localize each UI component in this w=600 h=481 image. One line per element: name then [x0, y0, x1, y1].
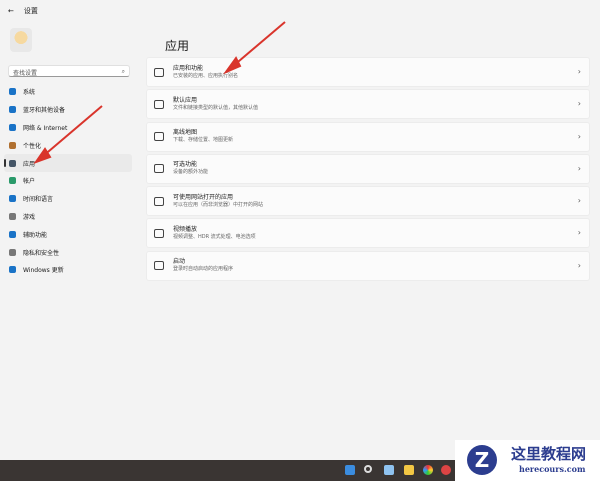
sidebar-item-label: 个性化	[23, 142, 42, 150]
settings-card[interactable]: 视频播放 视频调整、HDR 流式处理、电池选项 ›	[146, 218, 590, 249]
title-bar: ← 设置	[8, 6, 38, 16]
chevron-right-icon: ›	[577, 131, 581, 141]
chevron-right-icon: ›	[577, 99, 581, 109]
sidebar-item[interactable]: 应用	[4, 154, 132, 172]
card-subtitle: 下载、存储位置、地图更新	[173, 137, 234, 144]
card-subtitle: 已安装的应用、应用执行别名	[173, 72, 239, 79]
sidebar-item-icon	[9, 141, 16, 149]
card-title: 离线地图	[173, 129, 198, 137]
sidebar-item-icon	[9, 195, 16, 203]
card-icon	[154, 196, 164, 206]
card-subtitle: 视频调整、HDR 流式处理、电池选项	[173, 233, 256, 240]
sidebar-nav: 系统蓝牙和其他设备 网络 & Internet 个性化应用帐户时间和语言游戏辅助功能…	[4, 83, 132, 279]
sidebar-item-icon	[9, 88, 16, 96]
settings-card[interactable]: 默认应用 文件和链接类型的默认值，其他默认值 ›	[146, 89, 590, 120]
card-icon	[154, 261, 164, 271]
avatar[interactable]	[10, 28, 32, 52]
sidebar-item-label: 蓝牙和其他设备	[23, 107, 66, 115]
sidebar-item-icon	[9, 230, 16, 238]
back-button[interactable]: ←	[8, 7, 14, 15]
sidebar-item-icon	[9, 159, 16, 167]
sidebar-item[interactable]: 个性化	[4, 136, 132, 154]
sidebar-item-label: 帐户	[23, 178, 36, 186]
chevron-right-icon: ›	[577, 228, 581, 238]
search-input[interactable]: 查找设置 ⌕	[8, 65, 130, 77]
chevron-right-icon: ›	[577, 163, 581, 173]
settings-card[interactable]: 离线地图 下载、存储位置、地图更新 ›	[146, 121, 590, 152]
sidebar-item-icon	[9, 212, 16, 220]
card-title: 视频播放	[173, 225, 198, 233]
chevron-right-icon: ›	[577, 260, 581, 270]
settings-card[interactable]: 可选功能 设备的额外功能 ›	[146, 153, 590, 184]
sidebar-item-label: 系统	[23, 89, 36, 97]
sidebar-item[interactable]: 蓝牙和其他设备	[4, 101, 132, 119]
sidebar-item-label: 应用	[23, 160, 36, 168]
page-title: 应用	[165, 39, 190, 53]
card-subtitle: 文件和链接类型的默认值，其他默认值	[173, 104, 259, 111]
card-title: 应用和功能	[173, 64, 204, 72]
settings-cards: 应用和功能 已安装的应用、应用执行别名 › 默认应用 文件和链接类型的默认值，其他默认值…	[146, 57, 590, 283]
watermark-title: 这里教程网	[511, 445, 587, 463]
search-taskbar-icon[interactable]	[364, 465, 372, 473]
sidebar-item-label: 网络 & Internet	[23, 124, 68, 132]
card-icon	[154, 99, 164, 109]
sidebar-item-icon	[9, 123, 16, 131]
watermark: Z 这里教程网 herecours.com	[455, 440, 600, 481]
sidebar-item[interactable]: 辅助功能	[4, 225, 132, 243]
watermark-logo: Z	[467, 445, 497, 475]
card-title: 默认应用	[173, 96, 198, 104]
sidebar-item[interactable]: 网络 & Internet	[4, 119, 132, 137]
sidebar-item[interactable]: 帐户	[4, 172, 132, 190]
sidebar-item-label: 辅助功能	[23, 231, 48, 239]
card-subtitle: 可以在应用（而非浏览器）中打开的网站	[173, 201, 264, 208]
search-icon: ⌕	[121, 68, 125, 75]
app-icon[interactable]	[423, 465, 433, 475]
sidebar-item-label: Windows 更新	[23, 267, 64, 275]
card-title: 可使用网站打开的应用	[173, 193, 234, 201]
settings-card[interactable]: 启动 登录时自动启动的应用程序 ›	[146, 250, 590, 281]
sidebar-item[interactable]: 系统	[4, 83, 132, 101]
chrome-icon[interactable]	[441, 465, 451, 475]
sidebar-item-label: 游戏	[23, 213, 36, 221]
watermark-url: herecours.com	[519, 464, 586, 474]
sidebar-item[interactable]: 游戏	[4, 208, 132, 226]
sidebar-item-label: 时间和语言	[23, 196, 54, 204]
sidebar-item-label: 隐私和安全性	[23, 249, 60, 257]
card-icon	[154, 132, 164, 142]
chevron-right-icon: ›	[577, 67, 581, 76]
settings-card[interactable]: 可使用网站打开的应用 可以在应用（而非浏览器）中打开的网站 ›	[146, 186, 590, 217]
chevron-right-icon: ›	[577, 196, 581, 206]
sidebar-item-icon	[9, 266, 16, 274]
card-icon	[154, 67, 164, 77]
sidebar-item-icon	[9, 248, 16, 256]
window-title: 设置	[23, 7, 38, 15]
card-subtitle: 设备的额外功能	[173, 169, 209, 176]
sidebar-item[interactable]: 隐私和安全性	[4, 243, 132, 261]
sidebar-item-icon	[9, 177, 16, 185]
card-icon	[154, 164, 164, 174]
card-subtitle: 登录时自动启动的应用程序	[173, 266, 234, 273]
sidebar-item-icon	[9, 106, 16, 114]
search-placeholder: 查找设置	[13, 70, 38, 77]
sidebar-item[interactable]: Windows 更新	[4, 261, 132, 279]
sidebar-item[interactable]: 时间和语言	[4, 190, 132, 208]
widgets-icon[interactable]	[384, 465, 394, 475]
card-icon	[154, 228, 164, 238]
start-icon[interactable]	[345, 465, 355, 475]
file-explorer-icon[interactable]	[404, 465, 414, 475]
settings-card[interactable]: 应用和功能 已安装的应用、应用执行别名 ›	[146, 57, 590, 87]
